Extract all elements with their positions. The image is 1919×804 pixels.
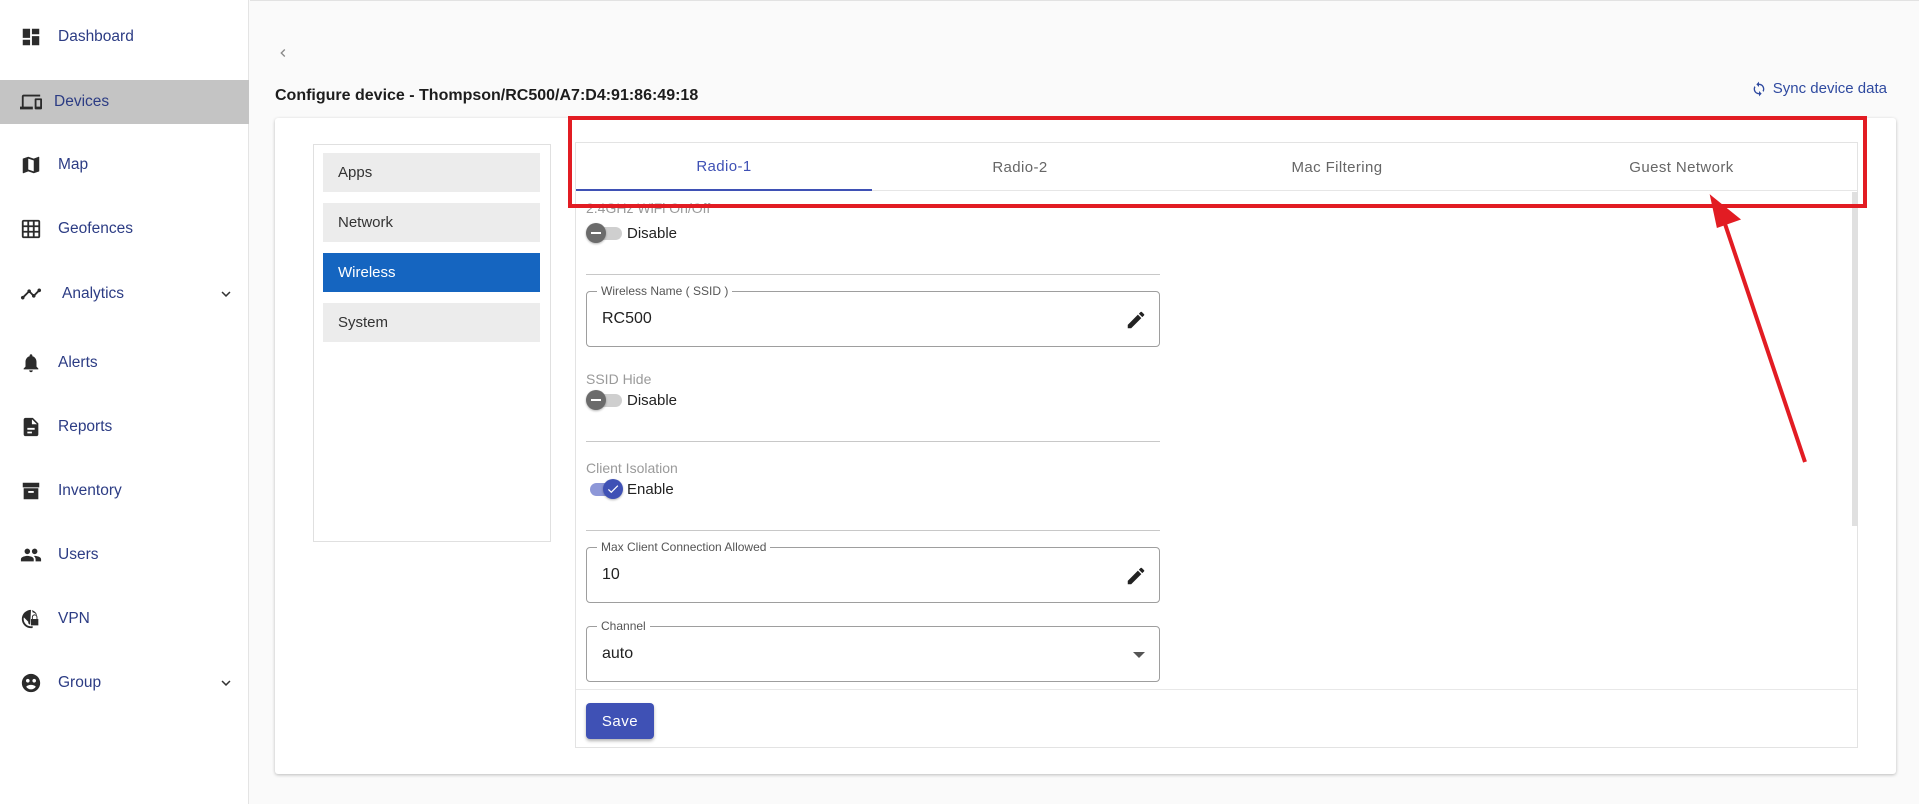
max-client-legend: Max Client Connection Allowed xyxy=(597,540,771,554)
nav-analytics-label: Analytics xyxy=(62,285,125,302)
menu-item-system[interactable]: System xyxy=(323,303,540,342)
map-icon xyxy=(20,154,42,176)
client-isolation-toggle[interactable] xyxy=(586,479,624,499)
edit-pencil-icon[interactable] xyxy=(1125,309,1147,331)
wifi-onoff-toggle[interactable] xyxy=(586,223,624,243)
sync-label: Sync device data xyxy=(1772,80,1887,97)
channel-select[interactable]: Channel auto xyxy=(586,619,1160,682)
divider xyxy=(586,441,1160,442)
ssid-hide-state: Disable xyxy=(627,392,678,409)
ssid-hide-toggle[interactable] xyxy=(586,390,624,410)
chevron-down-icon[interactable] xyxy=(217,674,235,692)
content-divider xyxy=(576,689,1857,690)
nav-alerts[interactable]: Alerts xyxy=(0,341,249,385)
wifi-onoff-state: Disable xyxy=(627,225,678,242)
report-icon xyxy=(20,416,42,438)
archive-icon xyxy=(20,480,42,502)
dashboard-icon xyxy=(20,26,42,48)
nav-map-label: Map xyxy=(58,156,89,173)
client-isolation-state: Enable xyxy=(627,481,674,498)
page-title: Configure device - Thompson/RC500/A7:D4:… xyxy=(275,87,699,104)
max-client-value: 10 xyxy=(602,566,620,583)
nav-dashboard-label: Dashboard xyxy=(58,28,134,45)
nav-devices-label: Devices xyxy=(54,93,110,110)
nav-alerts-label: Alerts xyxy=(58,354,98,371)
nav-group[interactable]: Group xyxy=(0,661,249,705)
dropdown-caret-icon xyxy=(1133,652,1145,658)
check-icon xyxy=(607,485,619,494)
edit-pencil-icon[interactable] xyxy=(1125,565,1147,587)
save-button[interactable]: Save xyxy=(586,703,654,739)
divider xyxy=(586,274,1160,275)
nav-geofences[interactable]: Geofences xyxy=(0,207,249,251)
sync-icon xyxy=(1753,81,1765,96)
ssid-legend: Wireless Name ( SSID ) xyxy=(597,284,733,298)
nav-reports[interactable]: Reports xyxy=(0,405,249,449)
nav-devices[interactable]: Devices xyxy=(0,80,249,124)
nav-vpn[interactable]: VPN xyxy=(0,597,249,641)
analytics-icon xyxy=(20,283,42,305)
group-icon xyxy=(20,672,42,694)
nav-analytics[interactable]: Analytics xyxy=(0,272,249,316)
nav-inventory-label: Inventory xyxy=(58,482,122,499)
ssid-field[interactable]: Wireless Name ( SSID ) RC500 xyxy=(586,284,1160,347)
nav-group-label: Group xyxy=(58,674,102,691)
nav-users-label: Users xyxy=(58,546,99,563)
channel-legend: Channel xyxy=(597,619,650,633)
top-divider xyxy=(250,0,1919,1)
geofence-grid-icon xyxy=(20,218,42,240)
ssid-hide-label: SSID Hide xyxy=(586,371,652,387)
divider xyxy=(586,530,1160,531)
nav-reports-label: Reports xyxy=(58,418,113,435)
nav-inventory[interactable]: Inventory xyxy=(0,469,249,513)
bell-icon xyxy=(20,352,42,374)
devices-icon xyxy=(20,91,42,113)
client-isolation-label: Client Isolation xyxy=(586,460,678,476)
nav-dashboard[interactable]: Dashboard xyxy=(0,15,249,59)
max-client-field[interactable]: Max Client Connection Allowed 10 xyxy=(586,540,1160,603)
annotation-highlight-box xyxy=(568,116,1867,208)
nav-geofences-label: Geofences xyxy=(58,220,133,237)
users-icon xyxy=(20,544,42,566)
sync-device-data-button[interactable]: Sync device data xyxy=(1751,80,1887,97)
menu-item-apps[interactable]: Apps xyxy=(323,153,540,192)
chevron-down-icon[interactable] xyxy=(217,285,235,303)
nav-vpn-label: VPN xyxy=(58,610,90,627)
channel-value: auto xyxy=(602,645,634,662)
menu-item-network[interactable]: Network xyxy=(323,203,540,242)
ssid-value: RC500 xyxy=(602,310,652,327)
back-chevron-icon[interactable] xyxy=(275,45,291,61)
vpn-globe-icon xyxy=(20,608,42,630)
nav-users[interactable]: Users xyxy=(0,533,249,577)
nav-map[interactable]: Map xyxy=(0,143,249,187)
scrollbar[interactable] xyxy=(1852,192,1858,526)
sidebar: Dashboard Devices Map Geofences Analytic… xyxy=(0,0,249,804)
menu-item-wireless[interactable]: Wireless xyxy=(323,253,540,292)
